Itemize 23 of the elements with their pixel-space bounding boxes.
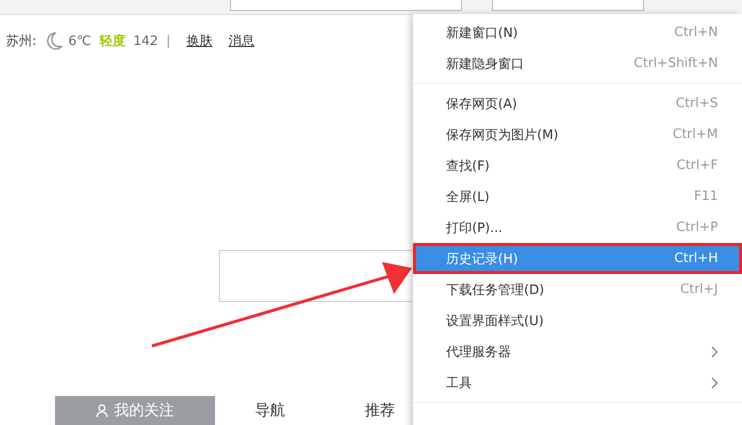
city-label: 苏州: bbox=[6, 33, 36, 50]
chevron-right-icon bbox=[711, 376, 718, 388]
chevron-right-icon bbox=[711, 346, 718, 358]
person-icon bbox=[96, 404, 108, 418]
menu-item[interactable]: 工具 bbox=[413, 367, 742, 398]
temperature: 6℃ bbox=[68, 34, 92, 48]
menu-item[interactable]: 设置界面样式(U) bbox=[413, 305, 742, 336]
moon-icon bbox=[44, 31, 64, 51]
menu-item[interactable]: 查找(F) Ctrl+F bbox=[413, 150, 742, 181]
air-quality: 轻度 bbox=[99, 32, 126, 50]
header-link[interactable]: 消息 bbox=[228, 32, 254, 50]
aqi-value: 142 bbox=[133, 34, 158, 48]
menu-item[interactable]: 下载任务管理(D) Ctrl+J bbox=[413, 274, 742, 305]
menu-item[interactable]: 全屏(L) F11 bbox=[413, 181, 742, 212]
separator-text: | bbox=[166, 34, 170, 48]
menu-item[interactable]: 保存网页为图片(M) Ctrl+M bbox=[413, 119, 742, 150]
menu-item[interactable]: 新建隐身窗口 Ctrl+Shift+N bbox=[413, 48, 742, 79]
header-link[interactable]: 换肤 bbox=[186, 32, 212, 50]
menu-item[interactable]: 新建窗口(N) Ctrl+N bbox=[413, 17, 742, 48]
tab[interactable]: 导航 bbox=[215, 396, 325, 425]
menu-item[interactable]: 保存网页(A) Ctrl+S bbox=[413, 88, 742, 119]
menu-item[interactable]: 代理服务器 bbox=[413, 336, 742, 367]
menu-item[interactable]: 打印(P)... Ctrl+P bbox=[413, 212, 742, 243]
